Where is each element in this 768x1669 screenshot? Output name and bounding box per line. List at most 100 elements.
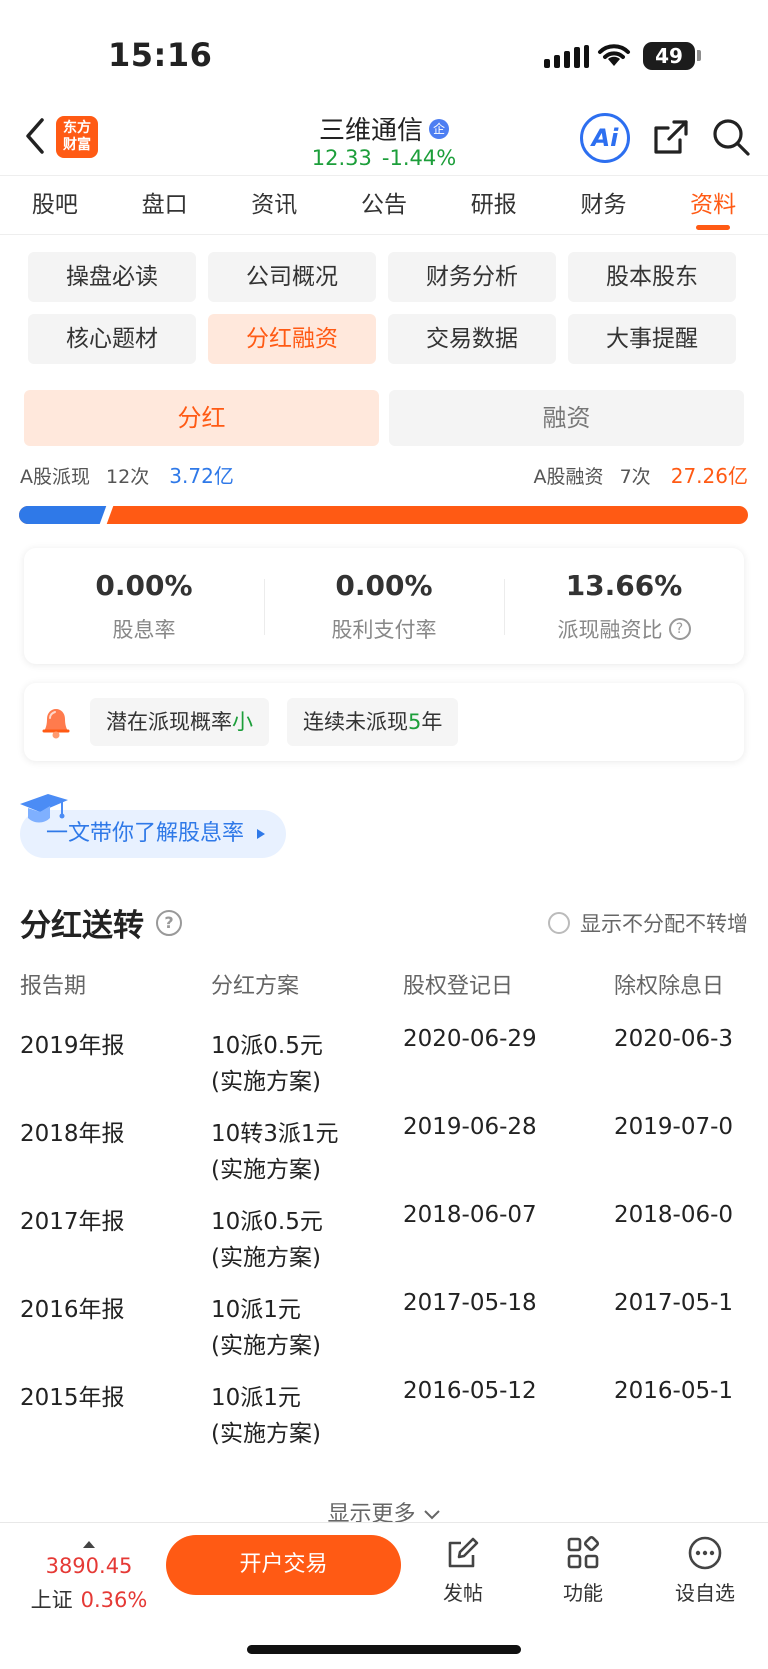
financing-count: 7次 [619,466,651,488]
battery-tip [697,50,701,61]
plan-status: (实施方案) [211,1069,321,1095]
stock-name: 三维通信 [318,116,423,146]
enterprise-badge-icon: 企 [429,118,449,139]
row-plan: 10转3派1元 (实施方案) [211,1114,339,1184]
table-row[interactable]: 2015年报 10派1元 (实施方案) 2016-05-12 2016-05-1 [0,1378,768,1466]
status-bar: 15:16 49 [0,0,768,110]
dividend-amount: 3.72亿 [169,464,234,488]
main-tab-bar: 股吧 盘口 资讯 公告 研报 财务 资料 [0,175,768,235]
index-info: 上证 0.36% [24,1584,154,1614]
stock-header: 东方 财富 三维通信 企 12.33 -1.44% Ai [0,110,768,175]
tab-profile[interactable]: 资料 [658,176,768,234]
post-button[interactable]: 发帖 [418,1535,508,1606]
profile-subtabs: 操盘必读 公司概况 财务分析 股本股东 核心题材 分红融资 交易数据 大事提醒 [28,252,740,364]
plan-status: (实施方案) [211,1245,321,1271]
section-title-text: 分红送转 [20,908,144,944]
row-period: 2015年报 [20,1385,125,1411]
row-ex-date: 2017-05-1 [614,1290,734,1316]
row-ex-date: 2020-06-3 [614,1026,734,1052]
cellular-signal-icon [544,44,589,68]
row-record-date: 2019-06-28 [403,1114,537,1140]
plan-text: 10派0.5元 [211,1033,323,1059]
subtab-company-overview[interactable]: 公司概况 [208,252,376,302]
radio-button[interactable] [548,912,570,934]
metric-dividend-yield: 0.00% 股息率 [24,569,264,644]
edit-icon [448,1537,479,1568]
grid-apps-icon [567,1535,600,1569]
subtab-trading-data[interactable]: 交易数据 [388,314,556,364]
tab-finance[interactable]: 财务 [549,176,659,234]
header-period: 报告期 [20,974,87,999]
financing-summary: A股融资 7次 27.26亿 [534,460,748,489]
subtab-dividends-financing[interactable]: 分红融资 [208,314,376,364]
functions-button[interactable]: 功能 [538,1535,628,1606]
metric-payout-ratio: 0.00% 股利支付率 [264,569,504,644]
status-time: 15:16 [108,36,213,74]
dividend-metrics-card: 0.00% 股息率 0.00% 股利支付率 13.66% 派现融资比 ? [24,548,744,664]
tab-order-book[interactable]: 盘口 [110,176,220,234]
dividend-label: A股派现 [20,466,90,488]
ratio-bar-dividend-part [19,506,106,524]
ai-assistant-button[interactable]: Ai [580,113,630,163]
potential-prefix: 潜在派现概率 [106,710,232,734]
home-indicator [247,1645,521,1654]
subtab-events[interactable]: 大事提醒 [568,314,736,364]
table-header: 报告期 分红方案 股权登记日 除权除息日 [0,968,768,1026]
more-dots-icon [688,1536,722,1570]
header-plan: 分红方案 [211,974,300,999]
row-ex-date: 2016-05-1 [614,1378,734,1404]
dividend-table: 报告期 分红方案 股权登记日 除权除息日 2019年报 10派0.5元 (实施方案… [0,968,768,1488]
metric-value: 0.00% [335,568,433,602]
dividend-financing-ratio-bar [19,506,748,524]
graduation-cap-icon [20,794,68,823]
search-icon[interactable] [710,116,752,158]
table-row[interactable]: 2017年报 10派0.5元 (实施方案) 2018-06-07 2018-06-… [0,1202,768,1290]
table-row[interactable]: 2016年报 10派1元 (实施方案) 2017-05-18 2017-05-1 [0,1290,768,1378]
add-watchlist-button[interactable]: 设自选 [660,1535,750,1606]
dividend-financing-segment: 分红 融资 [24,390,744,446]
market-index-widget[interactable]: 3890.45 上证 0.36% [24,1541,154,1614]
plan-text: 10派1元 [211,1297,301,1323]
metric-label-text: 派现融资比 [557,617,663,642]
tab-guba[interactable]: 股吧 [0,176,110,234]
subtab-trading-essentials[interactable]: 操盘必读 [28,252,196,302]
tab-research[interactable]: 研报 [439,176,549,234]
open-account-trade-button[interactable]: 开户交易 [166,1535,401,1595]
dividend-financing-summary: A股派现 12次 3.72亿 A股融资 7次 27.26亿 [20,460,748,490]
plan-status: (实施方案) [211,1333,321,1359]
metric-dividend-financing-ratio: 13.66% 派现融资比 ? [504,569,744,644]
index-name: 上证 [30,1588,73,1612]
share-icon[interactable] [650,116,692,158]
plan-text: 10派0.5元 [211,1209,323,1235]
show-no-distribution-toggle[interactable]: 显示不分配不转增 [548,908,748,938]
play-arrow-icon [257,829,266,839]
table-row[interactable]: 2018年报 10转3派1元 (实施方案) 2019-06-28 2019-07-… [0,1114,768,1202]
post-label: 发帖 [443,1581,483,1605]
row-ex-date: 2018-06-0 [614,1202,734,1228]
segment-dividend[interactable]: 分红 [24,390,379,446]
tab-news[interactable]: 资讯 [219,176,329,234]
plan-text: 10派1元 [211,1385,301,1411]
wifi-icon [598,44,630,66]
row-plan: 10派0.5元 (实施方案) [211,1202,323,1272]
streak-value: 5 [408,710,422,734]
tab-announcements[interactable]: 公告 [329,176,439,234]
help-icon[interactable]: ? [156,909,182,936]
row-ex-date: 2019-07-0 [614,1114,734,1140]
row-plan: 10派0.5元 (实施方案) [211,1026,323,1096]
metric-label: 股息率 [113,614,176,644]
subtab-shareholders[interactable]: 股本股东 [568,252,736,302]
potential-value: 小 [232,710,253,734]
watchlist-label: 设自选 [675,1581,735,1605]
metric-value: 0.00% [95,568,193,602]
metric-label-text: 股息率 [112,617,176,642]
subtab-financial-analysis[interactable]: 财务分析 [388,252,556,302]
plan-text: 10转3派1元 [211,1121,339,1147]
chevron-down-icon [423,1510,440,1520]
subtab-core-themes[interactable]: 核心题材 [28,314,196,364]
segment-financing[interactable]: 融资 [389,390,744,446]
dividend-count: 12次 [106,466,150,488]
table-row[interactable]: 2019年报 10派0.5元 (实施方案) 2020-06-29 2020-06-… [0,1026,768,1114]
help-icon[interactable]: ? [668,617,691,640]
row-record-date: 2017-05-18 [403,1290,537,1316]
